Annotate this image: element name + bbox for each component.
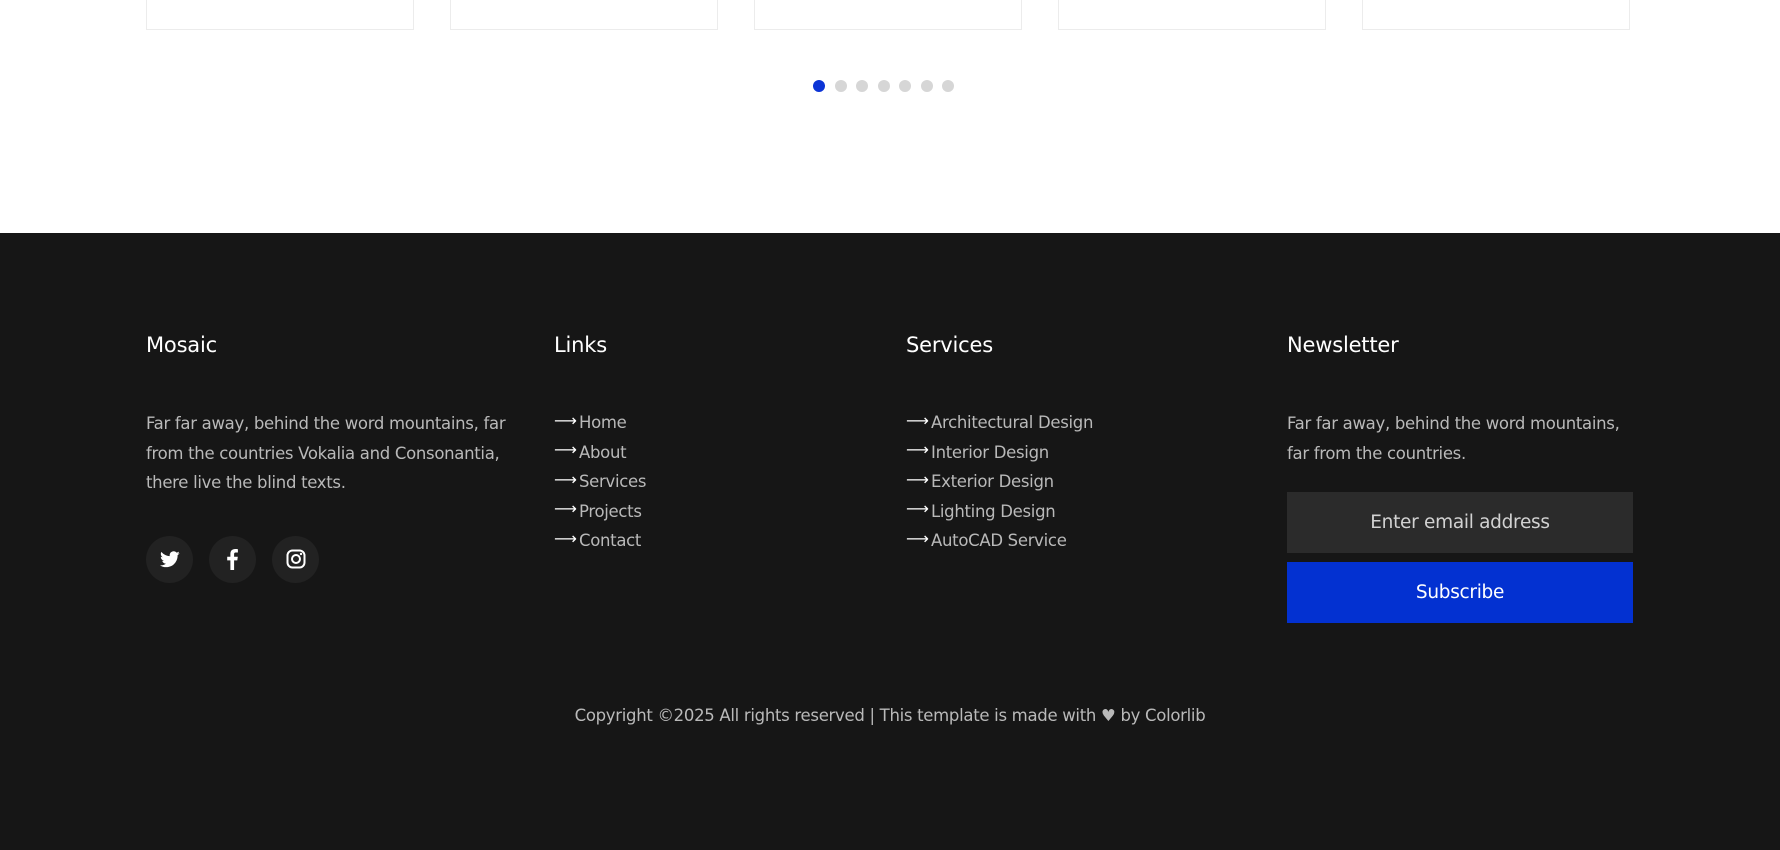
footer-about-text: Far far away, behind the word mountains,… — [146, 414, 506, 492]
arrow-right-icon: ⟶ — [554, 410, 577, 430]
footer-service-exterior[interactable]: ⟶ Exterior Design — [906, 467, 1206, 497]
carousel-dot-5[interactable] — [899, 80, 911, 92]
footer-services-column: Services ⟶ Architectural Design ⟶ Interior… — [906, 333, 1206, 556]
carousel-card — [1058, 0, 1326, 30]
footer-newsletter-column: Newsletter Far far away, behind the word… — [1287, 333, 1633, 623]
carousel-card — [1362, 0, 1630, 30]
footer-brand-title: Mosaic — [146, 333, 217, 357]
arrow-right-icon: ⟶ — [906, 528, 929, 548]
subscribe-button[interactable]: Subscribe — [1287, 562, 1633, 623]
footer-about-column: Mosaic Far far away, behind the word mou… — [146, 333, 516, 583]
footer-service-autocad[interactable]: ⟶ AutoCAD Service — [906, 526, 1206, 556]
carousel-card — [450, 0, 718, 30]
footer-service-label: Interior Design — [931, 442, 1049, 462]
footer-link-services[interactable]: ⟶ Services — [554, 467, 804, 497]
footer-services-list: ⟶ Architectural Design ⟶ Interior Design ⟶… — [906, 408, 1206, 556]
footer-newsletter-title: Newsletter — [1287, 333, 1399, 357]
twitter-icon — [159, 550, 180, 567]
carousel-card — [146, 0, 414, 30]
facebook-button[interactable] — [209, 535, 256, 583]
testimonial-section — [0, 0, 1780, 233]
twitter-button[interactable] — [146, 535, 193, 583]
footer-newsletter-text: Far far away, behind the word mountains,… — [1287, 414, 1620, 463]
footer-service-label: Architectural Design — [931, 413, 1094, 433]
arrow-right-icon: ⟶ — [906, 499, 929, 519]
carousel-card — [754, 0, 1022, 30]
carousel-dot-1[interactable] — [813, 80, 825, 92]
footer-link-label: Home — [579, 413, 627, 433]
arrow-right-icon: ⟶ — [554, 440, 577, 460]
carousel-dots — [813, 80, 954, 92]
footer-service-label: Lighting Design — [931, 501, 1056, 521]
footer-service-label: Exterior Design — [931, 472, 1054, 492]
footer-link-label: Projects — [579, 501, 642, 521]
footer-links-title: Links — [554, 333, 607, 357]
footer-link-contact[interactable]: ⟶ Contact — [554, 526, 804, 556]
arrow-right-icon: ⟶ — [554, 499, 577, 519]
arrow-right-icon: ⟶ — [554, 528, 577, 548]
copyright-by: by — [1120, 706, 1141, 725]
footer-service-label: AutoCAD Service — [931, 531, 1067, 551]
carousel-dot-3[interactable] — [856, 80, 868, 92]
colorlib-link[interactable]: Colorlib — [1145, 706, 1206, 725]
arrow-right-icon: ⟶ — [906, 469, 929, 489]
carousel-dot-6[interactable] — [920, 80, 933, 92]
footer-services-title: Services — [906, 333, 993, 357]
footer-link-label: Contact — [579, 531, 642, 551]
copyright-text: Copyright ©2025 All rights reserved | Th… — [574, 706, 1097, 725]
newsletter-email-input[interactable] — [1287, 492, 1633, 553]
carousel-dot-2[interactable] — [834, 80, 847, 92]
arrow-right-icon: ⟶ — [906, 440, 929, 460]
footer-service-lighting[interactable]: ⟶ Lighting Design — [906, 497, 1206, 527]
carousel-dot-7[interactable] — [942, 80, 954, 92]
footer-links-list: ⟶ Home ⟶ About ⟶ Services ⟶ Projects ⟶ Contac… — [554, 408, 804, 556]
footer-link-label: Services — [579, 472, 647, 492]
footer-service-architectural[interactable]: ⟶ Architectural Design — [906, 408, 1206, 438]
footer: Mosaic Far far away, behind the word mou… — [0, 233, 1780, 850]
instagram-button[interactable] — [272, 535, 319, 583]
instagram-icon — [286, 549, 305, 569]
heart-icon: ♥ — [1101, 706, 1116, 725]
footer-links-column: Links ⟶ Home ⟶ About ⟶ Services ⟶ Projects ⟶… — [554, 333, 804, 556]
footer-link-projects[interactable]: ⟶ Projects — [554, 497, 804, 527]
footer-link-home[interactable]: ⟶ Home — [554, 408, 804, 438]
arrow-right-icon: ⟶ — [906, 410, 929, 430]
social-links — [146, 535, 516, 583]
facebook-icon — [227, 548, 238, 570]
arrow-right-icon: ⟶ — [554, 469, 577, 489]
carousel-dot-4[interactable] — [877, 80, 890, 92]
footer-link-label: About — [579, 442, 627, 462]
footer-link-about[interactable]: ⟶ About — [554, 438, 804, 468]
footer-service-interior[interactable]: ⟶ Interior Design — [906, 438, 1206, 468]
copyright: Copyright ©2025 All rights reserved | Th… — [0, 706, 1780, 725]
